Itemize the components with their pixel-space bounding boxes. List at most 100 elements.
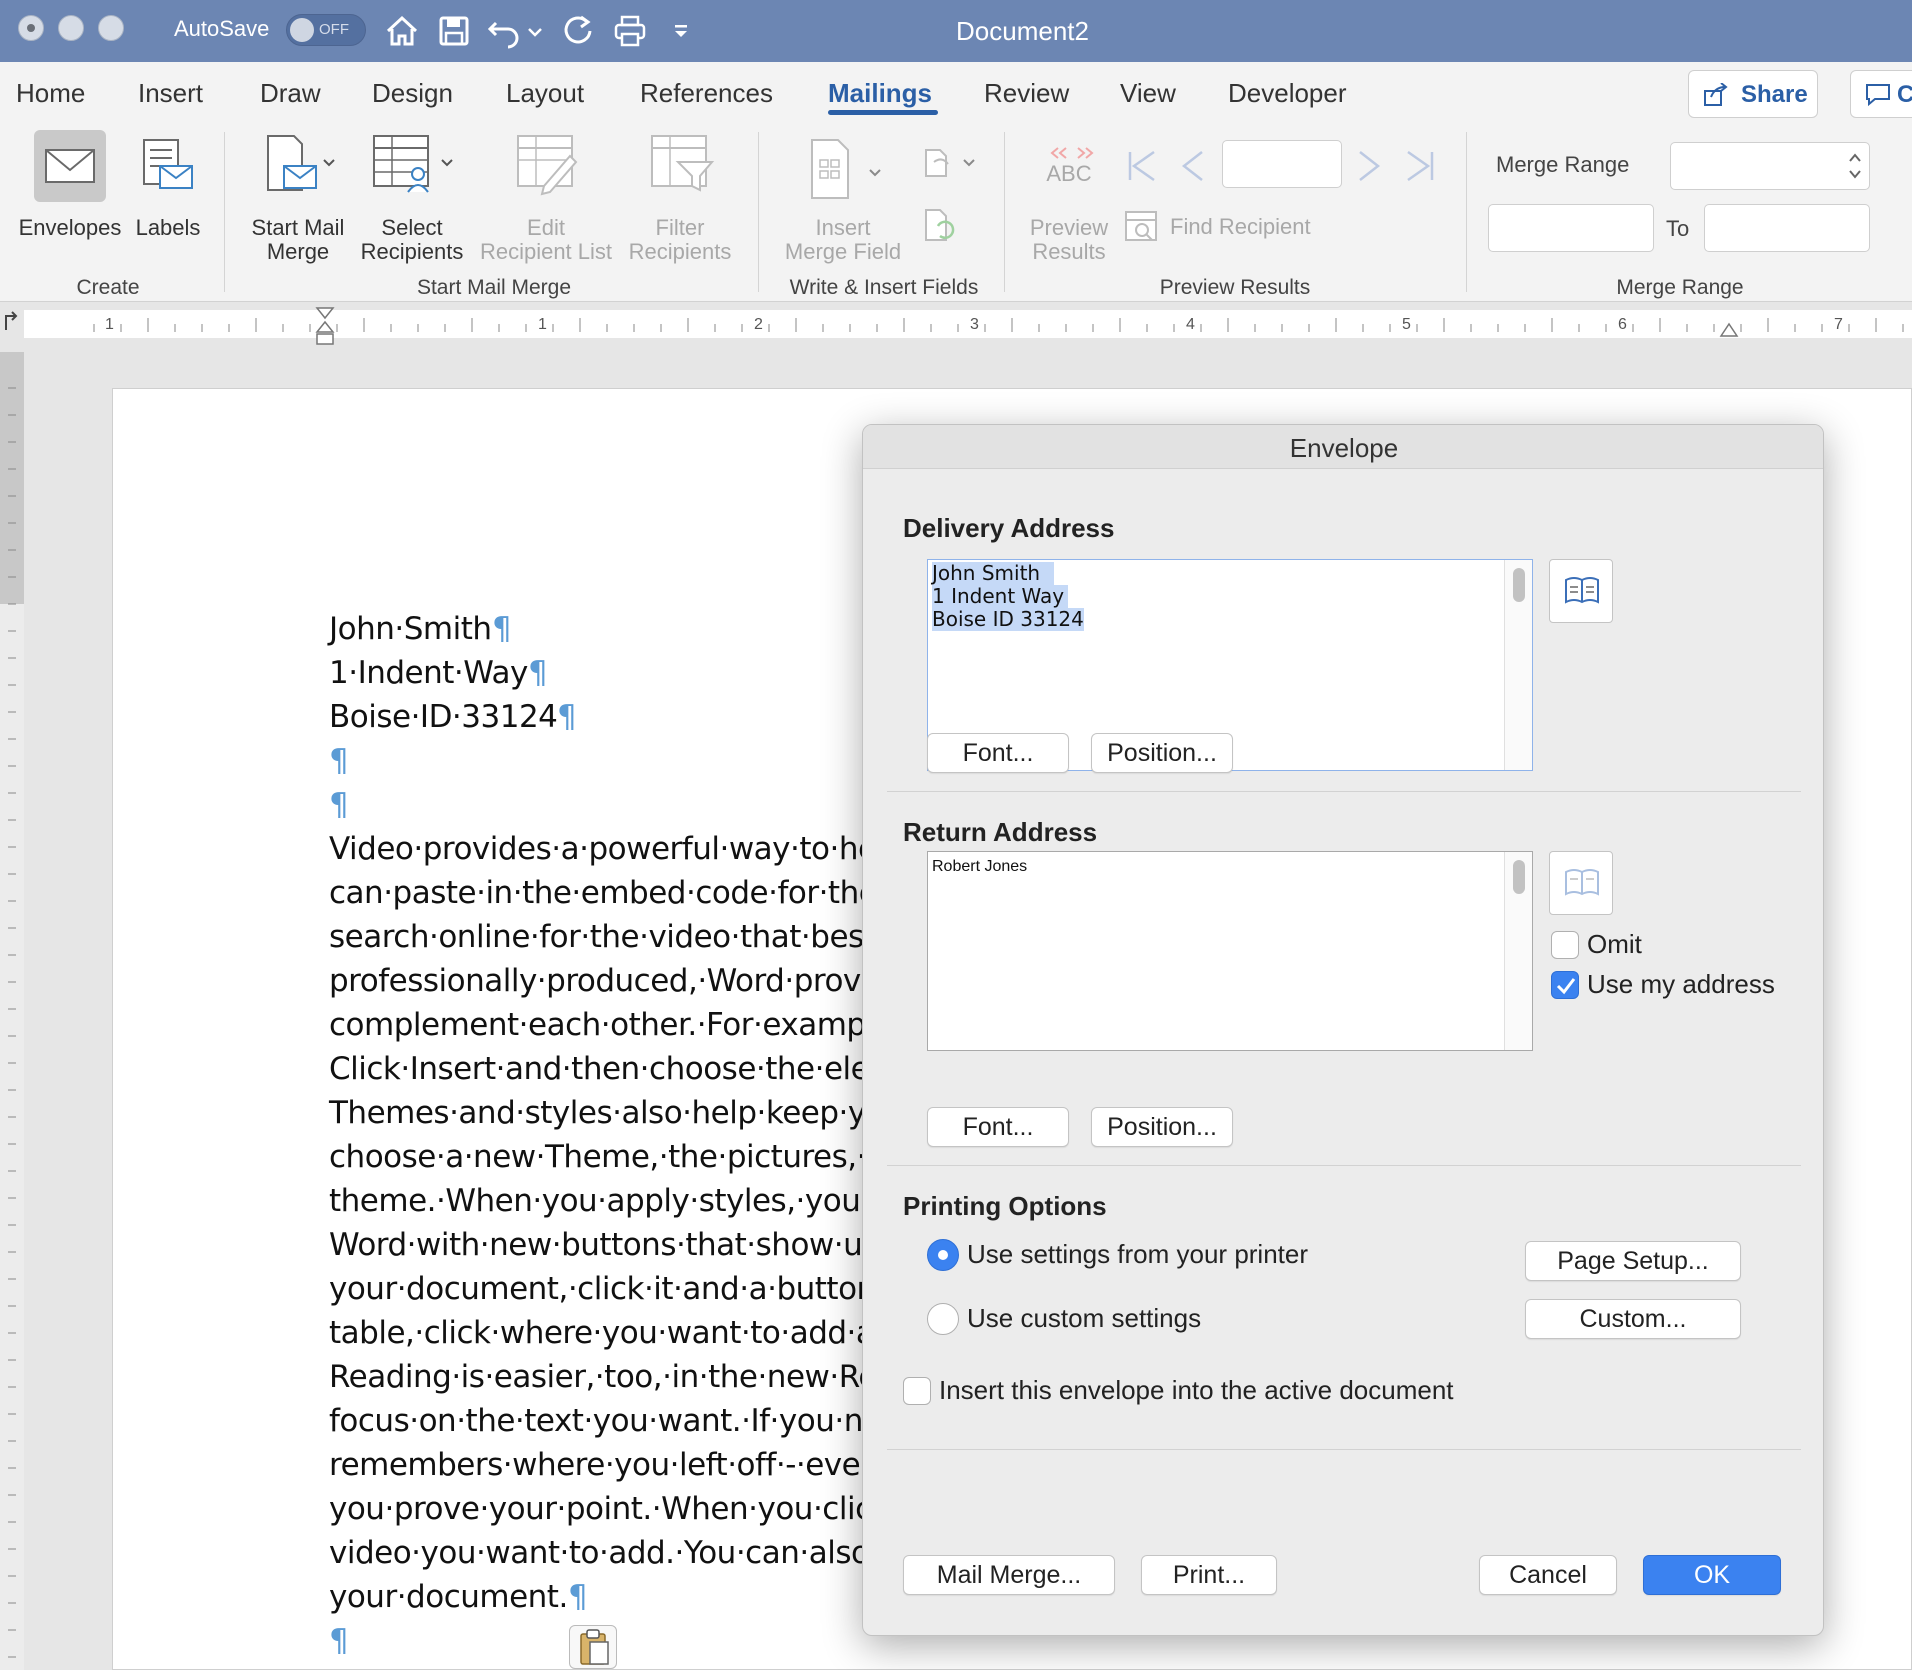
document-line[interactable]: remembers·where·you·left·off·-·even [329, 1447, 880, 1483]
document-line[interactable]: 1·Indent·Way [329, 655, 528, 691]
previous-record-icon[interactable] [1178, 146, 1208, 186]
select-recipients-label-1: Select [381, 215, 443, 240]
labels-button[interactable]: Labels [130, 130, 206, 258]
filter-recipients-label-1: Filter [655, 215, 705, 240]
delivery-address-book-button[interactable] [1549, 559, 1613, 623]
document-line[interactable]: you·prove·your·point.·When·you·click [329, 1491, 890, 1527]
pilcrow-mark: ¶ [492, 611, 512, 647]
use-custom-settings-label: Use custom settings [967, 1303, 1202, 1333]
document-line[interactable]: choose·a·new·Theme,·the·pictures,·c [329, 1139, 883, 1175]
tab-home[interactable]: Home [16, 78, 85, 109]
find-recipient-icon [1124, 208, 1160, 244]
custom-button[interactable]: Custom... [1525, 1299, 1741, 1339]
document-line[interactable]: your·document,·click·it·and·a·button [329, 1271, 876, 1307]
return-address-textarea[interactable]: Robert Jones [927, 851, 1533, 1051]
comments-button[interactable]: Co [1850, 70, 1912, 118]
scrollbar[interactable] [1504, 852, 1532, 1050]
next-record-icon[interactable] [1354, 146, 1384, 186]
document-line[interactable]: John·Smith [329, 611, 492, 647]
preview-results-button[interactable]: ABC Preview Results [1018, 144, 1120, 284]
mail-merge-button[interactable]: Mail Merge... [903, 1555, 1115, 1595]
document-title: Document2 [956, 16, 1089, 46]
omit-checkbox[interactable] [1551, 931, 1579, 959]
envelopes-button[interactable]: Envelopes [12, 130, 128, 258]
document-line[interactable]: your·document. [329, 1579, 568, 1615]
document-line[interactable]: theme.·When·you·apply·styles,·your· [329, 1183, 882, 1219]
tab-layout[interactable]: Layout [506, 78, 584, 109]
ok-button[interactable]: OK [1643, 1555, 1781, 1595]
document-line[interactable]: video·you·want·to·add.·You·can·also· [329, 1535, 879, 1571]
document-line[interactable]: Video·provides·a·powerful·way·to·he [329, 831, 877, 867]
address-book-icon [1564, 868, 1600, 898]
record-number-input[interactable] [1222, 140, 1342, 188]
paste-options-clipboard-icon[interactable] [569, 1625, 617, 1669]
tab-view[interactable]: View [1120, 78, 1176, 109]
vertical-ruler [0, 352, 24, 1670]
scrollbar-thumb[interactable] [1513, 860, 1525, 894]
edit-recipient-list-label-2: Recipient List [479, 239, 613, 264]
tab-draw[interactable]: Draw [260, 78, 321, 109]
find-recipient-label: Find Recipient [1170, 214, 1311, 239]
pilcrow-mark: ¶ [329, 787, 349, 823]
return-position-button[interactable]: Position... [1091, 1107, 1233, 1147]
document-line[interactable]: complement·each·other.·For·example [329, 1007, 893, 1043]
right-indent-marker[interactable] [1718, 322, 1740, 338]
select-recipients-button[interactable]: Select Recipients [356, 130, 468, 270]
return-font-button[interactable]: Font... [927, 1107, 1069, 1147]
insert-merge-field-label-2: Merge Field [784, 239, 902, 264]
find-recipient-button[interactable]: Find Recipient [1124, 208, 1364, 244]
start-mail-merge-button[interactable]: Start Mail Merge [240, 130, 356, 270]
document-line[interactable]: professionally·produced,·Word·provi [329, 963, 869, 999]
tab-mailings[interactable]: Mailings [828, 78, 932, 109]
merge-range-to-input[interactable] [1704, 204, 1870, 252]
tab-developer[interactable]: Developer [1228, 78, 1347, 109]
update-labels-icon[interactable] [920, 206, 960, 246]
document-line[interactable]: Click·Insert·and·then·choose·the·elen [329, 1051, 889, 1087]
delivery-font-button[interactable]: Font... [927, 733, 1069, 773]
document-line[interactable]: Word·with·new·buttons·that·show·up [329, 1227, 882, 1263]
print-button[interactable]: Print... [1141, 1555, 1277, 1595]
scrollbar-thumb[interactable] [1513, 568, 1525, 602]
use-my-address-checkbox[interactable] [1551, 971, 1579, 999]
comment-icon [1865, 83, 1891, 107]
rules-dropdown-icon[interactable] [920, 146, 980, 182]
share-button[interactable]: Share [1688, 70, 1818, 118]
cancel-button[interactable]: Cancel [1479, 1555, 1617, 1595]
tab-references[interactable]: References [640, 78, 773, 109]
filter-recipients-button[interactable]: Filter Recipients [620, 130, 740, 270]
tab-design[interactable]: Design [372, 78, 453, 109]
indent-marker[interactable] [314, 306, 336, 348]
tab-insert[interactable]: Insert [138, 78, 203, 109]
merge-range-from-input[interactable] [1488, 204, 1654, 252]
preview-results-label-1: Preview [1029, 215, 1109, 240]
merge-range-select[interactable] [1670, 142, 1870, 190]
tab-review[interactable]: Review [984, 78, 1069, 109]
printing-options-heading: Printing Options [903, 1191, 1107, 1221]
last-record-icon[interactable] [1402, 146, 1438, 186]
first-record-icon[interactable] [1124, 146, 1160, 186]
omit-label: Omit [1587, 929, 1642, 959]
document-line[interactable]: Reading·is·easier,·too,·in·the·new·Rea [329, 1359, 896, 1395]
share-label: Share [1741, 81, 1808, 108]
ruler-ticks [93, 318, 1904, 332]
document-line[interactable]: focus·on·the·text·you·want.·If·you·ne [329, 1403, 882, 1439]
use-custom-settings-radio[interactable] [927, 1303, 959, 1335]
insert-envelope-checkbox[interactable] [903, 1377, 931, 1405]
insert-merge-field-button[interactable]: Insert Merge Field [770, 130, 916, 270]
tab-selector-icon[interactable] [2, 310, 20, 334]
start-mail-merge-icon [262, 130, 342, 202]
envelope-dialog: Envelope Delivery Address John Smith 1 I… [862, 424, 1824, 1636]
use-printer-settings-radio[interactable] [927, 1239, 959, 1271]
document-line[interactable]: Boise·ID·33124 [329, 699, 558, 735]
document-line[interactable]: search·online·for·the·video·that·best [329, 919, 876, 955]
scrollbar[interactable] [1504, 560, 1532, 770]
edit-recipient-list-button[interactable]: Edit Recipient List [474, 130, 618, 270]
select-recipients-icon [370, 130, 460, 202]
return-address-book-button[interactable] [1549, 851, 1613, 915]
edit-recipient-list-label-1: Edit [527, 215, 565, 240]
document-line[interactable]: can·paste·in·the·embed·code·for·the· [329, 875, 887, 911]
page-setup-button[interactable]: Page Setup... [1525, 1241, 1741, 1281]
document-line[interactable]: Themes·and·styles·also·help·keep·you [329, 1095, 904, 1131]
delivery-position-button[interactable]: Position... [1091, 733, 1233, 773]
document-line[interactable]: table,·click·where·you·want·to·add·a· [329, 1315, 884, 1351]
